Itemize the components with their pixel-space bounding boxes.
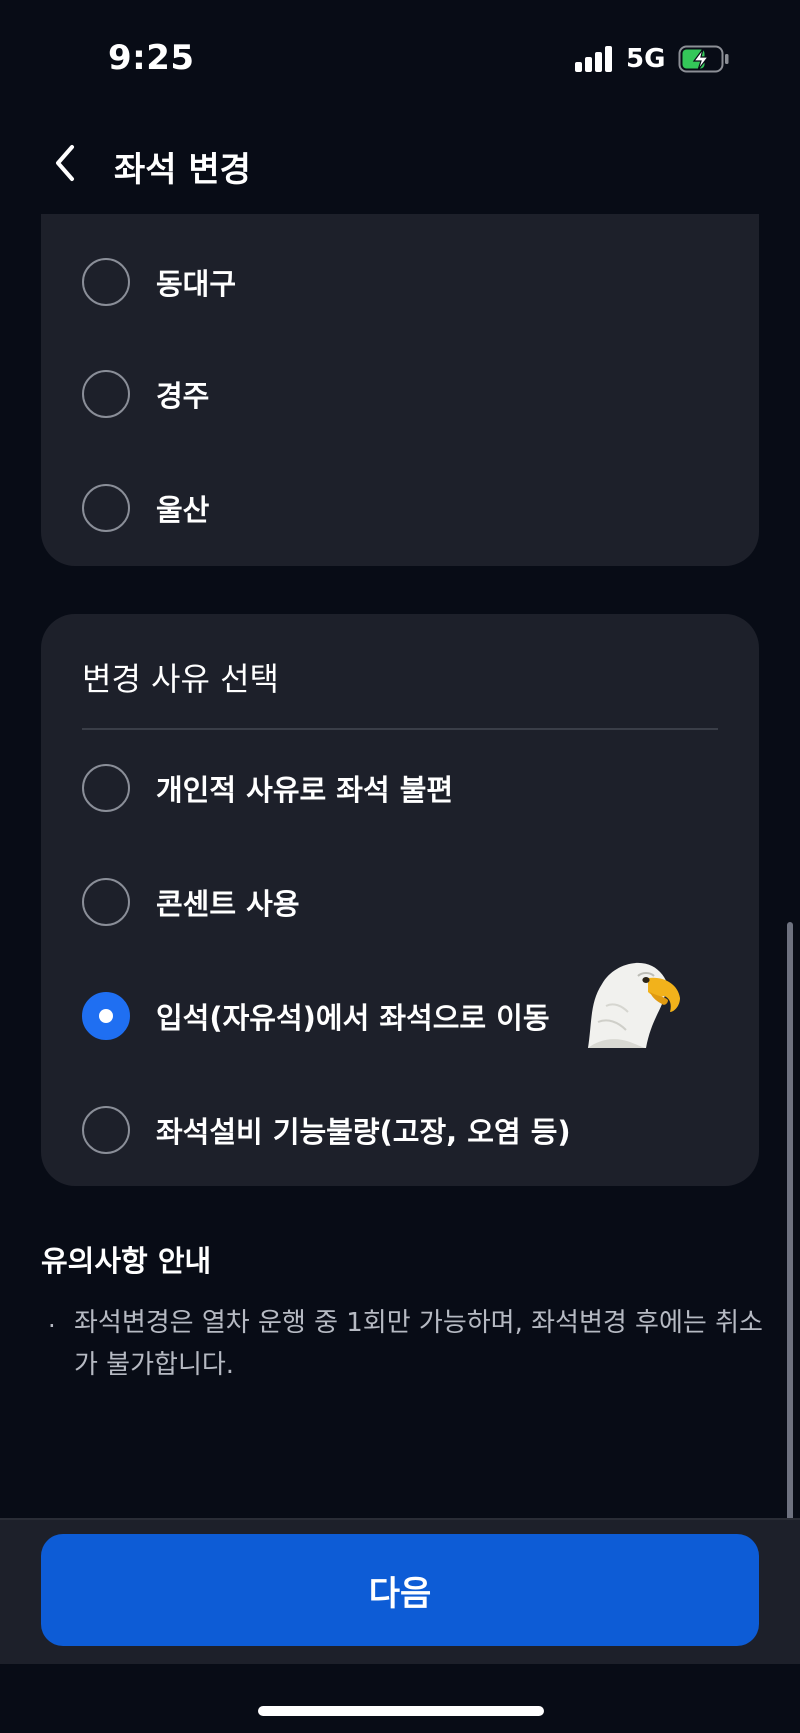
- reason-label: 콘센트 사용: [156, 887, 300, 921]
- reason-label: 좌석설비 기능불량(고장, 오염 등): [156, 1115, 571, 1149]
- station-label: 경주: [156, 379, 210, 413]
- radio-button-selected[interactable]: [82, 992, 130, 1040]
- reason-card: 변경 사유 선택 개인적 사유로 좌석 불편 콘센트 사용 입석(자유석)에서 …: [41, 614, 759, 1186]
- radio-button[interactable]: [82, 1106, 130, 1154]
- divider: [82, 728, 718, 730]
- next-button[interactable]: 다음: [41, 1534, 759, 1646]
- home-indicator[interactable]: [258, 1706, 544, 1716]
- notice-text: 좌석변경은 열차 운행 중 1회만 가능하며, 좌석변경 후에는 취소가 불가합…: [74, 1308, 763, 1380]
- page-title: 좌석 변경: [114, 150, 251, 190]
- seat-change-screen: 9:25 5G 좌석 변경 동대구 경주 울산 변경 사유 선택 개인적 사유로…: [0, 0, 800, 1733]
- reason-option-outlet[interactable]: 콘센트 사용: [82, 862, 722, 942]
- radio-button[interactable]: [82, 764, 130, 812]
- network-label: 5G: [626, 44, 666, 74]
- reason-option-personal[interactable]: 개인적 사유로 좌석 불편: [82, 748, 722, 828]
- signal-icon: [575, 46, 615, 72]
- station-list-card: 동대구 경주 울산: [41, 214, 759, 566]
- eagle-sticker: [588, 962, 680, 1048]
- station-label: 동대구: [156, 267, 237, 301]
- reason-title: 변경 사유 선택: [82, 660, 279, 698]
- notice-bullet: ·: [48, 1312, 56, 1340]
- station-option-dongdaegu[interactable]: 동대구: [82, 242, 722, 322]
- radio-button[interactable]: [82, 484, 130, 532]
- back-chevron-icon: [56, 145, 74, 181]
- station-option-gyeongju[interactable]: 경주: [82, 354, 722, 434]
- battery-charging-icon: [678, 45, 729, 73]
- reason-label: 입석(자유석)에서 좌석으로 이동: [156, 1001, 550, 1035]
- scrollbar[interactable]: [787, 922, 793, 1522]
- reason-option-facility-defect[interactable]: 좌석설비 기능불량(고장, 오염 등): [82, 1090, 722, 1170]
- radio-button[interactable]: [82, 878, 130, 926]
- station-label: 울산: [156, 493, 210, 527]
- notice-title: 유의사항 안내: [41, 1244, 212, 1278]
- status-time: 9:25: [108, 38, 195, 78]
- radio-button[interactable]: [82, 370, 130, 418]
- reason-label: 개인적 사유로 좌석 불편: [156, 773, 454, 807]
- station-option-ulsan[interactable]: 울산: [82, 468, 722, 548]
- back-button[interactable]: [42, 140, 88, 186]
- radio-button[interactable]: [82, 258, 130, 306]
